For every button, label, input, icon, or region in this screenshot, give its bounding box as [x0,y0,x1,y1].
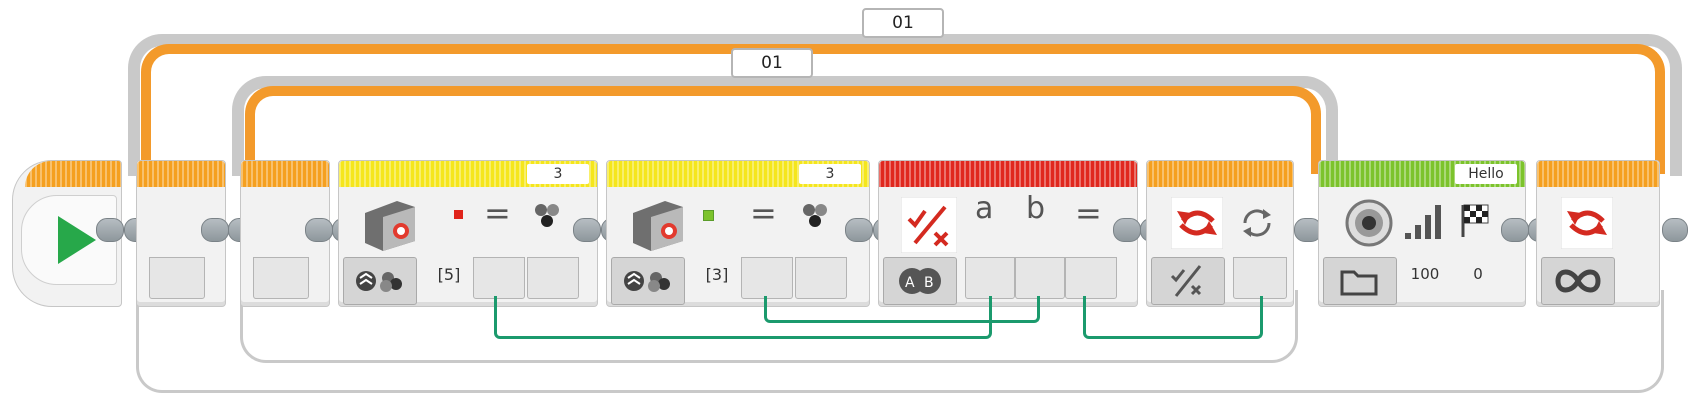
loop-interrupt-icon [1561,197,1613,249]
equals-icon: = [750,194,777,232]
color-sensor-block[interactable]: 3 = [5] [338,160,598,307]
sequence-plug[interactable] [305,218,333,242]
compare-result-output[interactable] [741,257,793,299]
sequence-plug[interactable] [201,218,229,242]
sequence-plug[interactable] [1501,218,1529,242]
outer-loop-name[interactable]: 01 [862,8,944,38]
equals-icon: = [484,194,511,232]
color-icon [803,204,827,227]
result-label: = [1075,194,1102,232]
mode-selector[interactable] [1541,257,1615,305]
measured-color-output[interactable] [795,257,847,299]
mode-selector[interactable] [1323,257,1397,305]
svg-text:B: B [924,275,934,291]
color-indicator [703,210,714,221]
loop-end-header [1147,161,1293,187]
program-start-header [25,161,121,187]
color-sensor-icon [633,201,683,251]
color-icon [535,204,559,227]
outer-loop-end-block[interactable] [1536,160,1660,307]
loop-index-output[interactable] [253,257,309,299]
input-b-label: b [1026,191,1046,226]
sequence-plug[interactable] [96,218,124,242]
svg-text:A: A [905,275,915,291]
sequence-plug[interactable] [573,218,601,242]
port-selector[interactable]: 3 [799,164,861,184]
infinity-icon [1555,269,1601,293]
inner-loop-name[interactable]: 01 [731,48,813,78]
volume-icon [1405,205,1441,239]
inner-loop-end-block[interactable] [1146,160,1294,307]
outer-loop-header [137,161,225,187]
sound-file-name[interactable]: Hello [1455,164,1517,184]
play-type-icon [1461,204,1489,237]
input-a[interactable] [965,257,1015,299]
color-sensor-icon [365,201,415,251]
loop-end-header [1537,161,1659,187]
compare-color-mode-icon [356,271,402,292]
logic-icon [901,197,957,253]
color-indicator [454,210,463,219]
color-sensor-header: 3 [607,161,869,187]
sound-block[interactable]: Hello 100 0 [1318,160,1526,307]
input-b[interactable] [1015,257,1065,299]
input-a-label: a [975,191,994,226]
sound-header: Hello [1319,161,1525,187]
volume-value[interactable]: 100 [1403,265,1447,283]
logic-header [879,161,1137,187]
folder-icon [1340,270,1378,296]
until-condition-input[interactable] [1233,257,1287,299]
color-set-value[interactable]: [5] [429,265,469,284]
loop-interrupt-icon [1171,197,1223,249]
logic-operations-block[interactable]: A B a b = [878,160,1138,307]
loop-index-output[interactable] [149,257,205,299]
inner-loop-header [241,161,329,187]
loop-repeat-icon [1243,209,1271,237]
speaker-icon [1345,199,1393,247]
color-set-value[interactable]: [3] [697,265,737,284]
data-wire[interactable] [764,296,1040,323]
data-wire[interactable] [1083,296,1263,339]
color-sensor-block[interactable]: 3 = [3] [606,160,870,307]
mode-selector[interactable] [343,257,417,305]
logic-result-output[interactable] [1065,257,1117,299]
sequence-plug[interactable] [1113,218,1141,242]
sequence-plug[interactable] [845,218,873,242]
program-canvas[interactable]: 01 01 3 = [5] 3 = [3] A B a b = Hello 10… [0,0,1700,405]
compare-result-output[interactable] [473,257,525,299]
sequence-plug[interactable] [1662,218,1688,242]
play-type-value[interactable]: 0 [1459,265,1497,283]
port-selector[interactable]: 3 [527,164,589,184]
color-sensor-header: 3 [339,161,597,187]
measured-color-output[interactable] [527,257,579,299]
